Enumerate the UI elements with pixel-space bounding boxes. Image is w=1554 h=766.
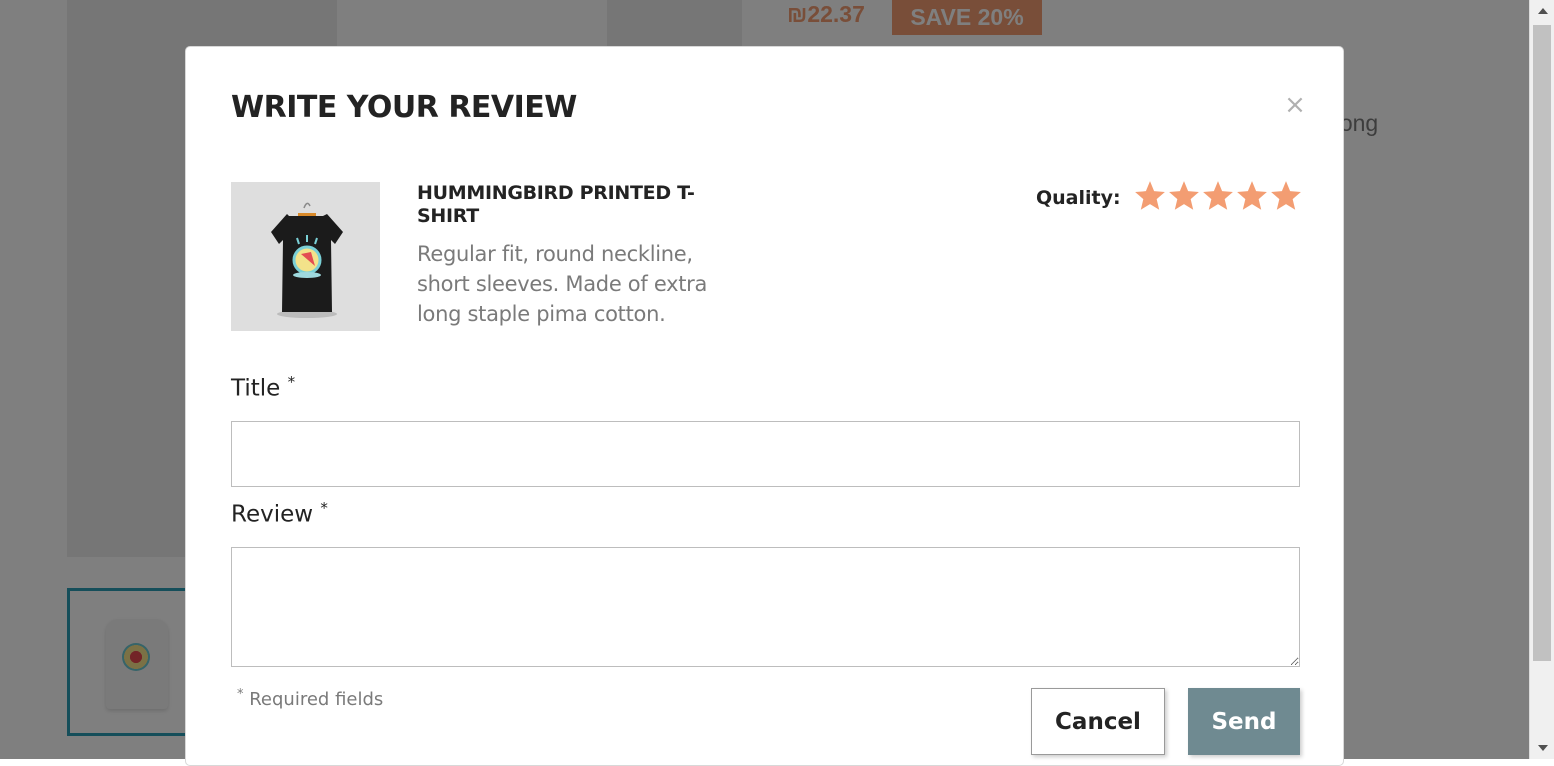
required-note-text: Required fields [249,689,384,710]
modal-title: WRITE YOUR REVIEW [231,90,577,125]
review-label-text: Review [231,501,314,528]
product-name: HUMMINGBIRD PRINTED T-SHIRT [417,182,695,227]
required-fields-note: * Required fields [237,687,383,710]
scrollbar-thumb[interactable] [1533,25,1551,661]
close-icon[interactable]: × [1281,91,1309,119]
review-label: Review * [231,499,328,528]
quality-label: Quality: [1036,187,1121,209]
review-textarea[interactable] [231,547,1300,667]
cancel-button[interactable]: Cancel [1031,688,1165,755]
black-tshirt-image [231,182,380,331]
product-description: Regular fit, round neckline, short sleev… [417,242,708,326]
star-icon[interactable] [1133,179,1167,213]
title-label: Title * [231,373,295,402]
send-button[interactable]: Send [1188,688,1300,755]
star-icon[interactable] [1201,179,1235,213]
scroll-down-arrow-icon[interactable] [1538,745,1548,751]
star-icon[interactable] [1235,179,1269,213]
star-icon[interactable] [1167,179,1201,213]
star-rating[interactable] [1133,179,1303,217]
required-marker: * [237,687,244,702]
title-input[interactable] [231,421,1300,487]
required-marker: * [287,373,296,391]
quality-rating: Quality: [1036,180,1303,216]
star-icon[interactable] [1269,179,1303,213]
title-label-text: Title [231,375,281,402]
scroll-up-arrow-icon[interactable] [1538,8,1548,14]
product-image [231,182,380,331]
review-modal: WRITE YOUR REVIEW × HUMMINGBIRD PRINTED … [185,46,1344,766]
required-marker: * [320,499,328,517]
vertical-scrollbar[interactable] [1529,0,1554,759]
